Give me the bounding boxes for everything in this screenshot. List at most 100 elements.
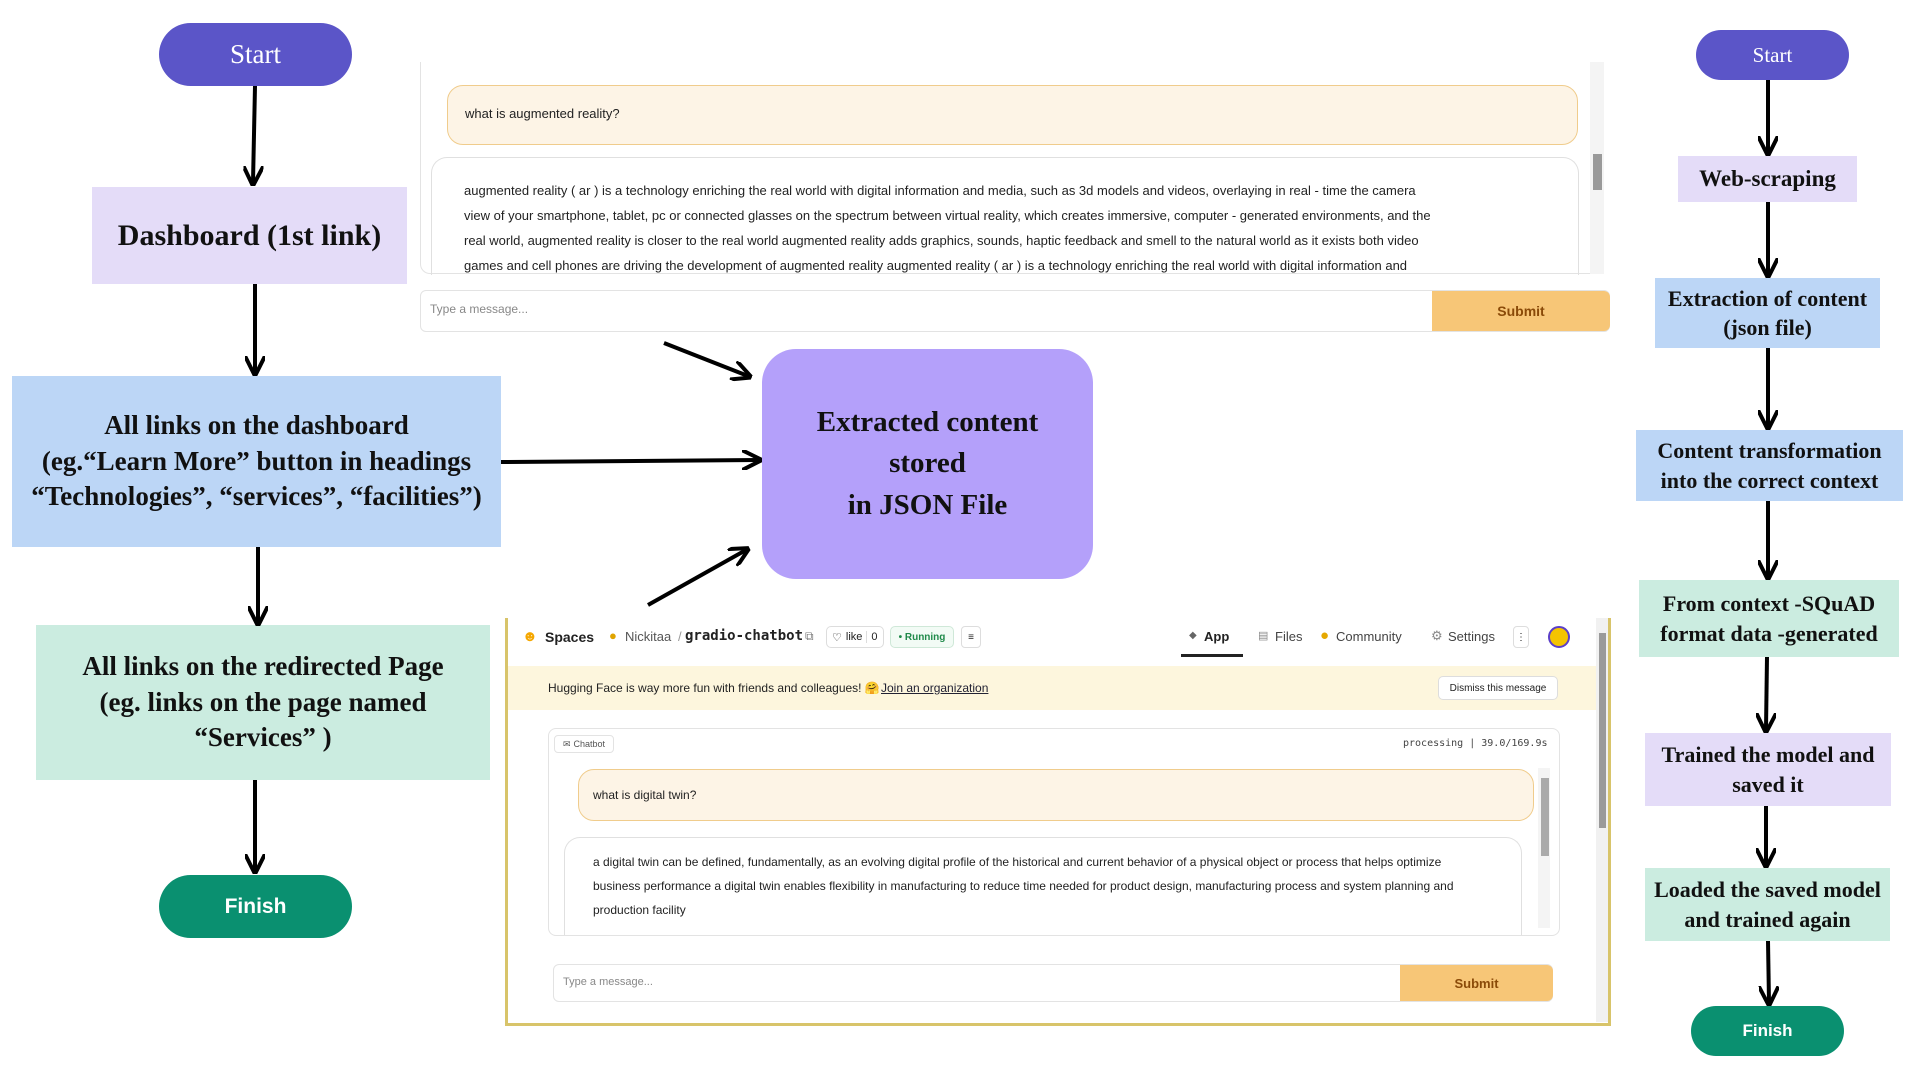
repo-separator: / xyxy=(678,629,682,644)
top-bot-line: augmented reality ( ar ) is a technology… xyxy=(464,183,1416,198)
top-scrollbar-thumb[interactable] xyxy=(1593,154,1602,190)
org-banner: Hugging Face is way more fun with friend… xyxy=(508,666,1600,710)
bottom-bot-line: production facility xyxy=(593,903,686,917)
top-submit-button[interactable]: Submit xyxy=(1432,291,1610,331)
status-label: Running xyxy=(904,631,946,643)
top-bot-line: view of your smartphone, tablet, pc or c… xyxy=(464,208,1431,223)
right-start-label: Start xyxy=(1752,42,1793,67)
bottom-submit-button[interactable]: Submit xyxy=(1400,965,1553,1001)
like-label: like xyxy=(845,631,863,643)
right-finish-label: Finish xyxy=(1742,1021,1793,1040)
bottom-input-placeholder: Type a message... xyxy=(563,976,653,988)
loaded-node: Loaded the saved model and trained again xyxy=(1645,868,1890,941)
json-storage-node: Extracted content stored in JSON File xyxy=(762,349,1093,579)
join-organization-link[interactable]: Join an organization xyxy=(881,681,988,695)
bottom-bot-message: a digital twin can be defined, fundament… xyxy=(564,837,1522,935)
bottom-submit-label: Submit xyxy=(1454,975,1499,991)
dismiss-button[interactable]: Dismiss this message xyxy=(1438,676,1558,700)
menu-icon[interactable]: ≡ xyxy=(961,626,981,648)
top-user-message-text: what is augmented reality? xyxy=(465,106,620,121)
copy-icon[interactable]: ⧉ xyxy=(805,629,814,644)
all-links-line-3: “Technologies”, “services”, “facilities”… xyxy=(31,481,482,512)
transformation-node: Content transformation into the correct … xyxy=(1636,430,1903,501)
arrow-squad-to-trained xyxy=(1766,656,1767,729)
like-count: 0 xyxy=(866,631,878,643)
loaded-line-1: Loaded the saved model xyxy=(1654,877,1881,903)
top-input-placeholder: Type a message... xyxy=(430,302,529,316)
json-storage-line-2: stored xyxy=(889,447,966,480)
bottom-bot-line: business performance a digital twin enab… xyxy=(593,879,1454,893)
chat-icon: ✉ xyxy=(562,738,571,749)
top-bot-line: games and cell phones are driving the de… xyxy=(464,258,1408,273)
spaces-link[interactable]: Spaces xyxy=(545,629,594,645)
json-storage-line-3: in JSON File xyxy=(847,488,1008,521)
community-icon: ● xyxy=(1320,627,1330,644)
arrow-all-links-to-json xyxy=(500,460,758,462)
chatbot-label: Chatbot xyxy=(573,739,606,749)
top-bot-message: augmented reality ( ar ) is a technology… xyxy=(431,157,1579,275)
redirected-line-2: (eg. links on the page named xyxy=(99,686,427,717)
tab-app-underline xyxy=(1181,654,1243,657)
bottom-chat-scrollbar-thumb[interactable] xyxy=(1541,778,1549,856)
tab-community[interactable]: Community xyxy=(1336,629,1402,644)
top-bot-line: real world, augmented reality is closer … xyxy=(464,233,1419,248)
redirected-node: All links on the redirected Page (eg. li… xyxy=(36,625,490,780)
dashboard-label: Dashboard (1st link) xyxy=(117,218,382,252)
profile-avatar[interactable] xyxy=(1548,626,1570,648)
trained-node: Trained the model and saved it xyxy=(1645,733,1891,806)
like-button[interactable]: ♡ like 0 xyxy=(826,626,884,648)
arrow-start-to-dashboard xyxy=(253,85,255,182)
app-tab-icon: ◆ xyxy=(1189,630,1197,641)
extraction-node: Extraction of content (json file) xyxy=(1655,278,1880,348)
chatbot-label-tag: ✉ Chatbot xyxy=(554,735,614,753)
left-start-node: Start xyxy=(159,23,352,86)
tab-app[interactable]: App xyxy=(1204,629,1229,644)
bottom-user-message-text: what is digital twin? xyxy=(593,788,697,802)
loaded-line-2: and trained again xyxy=(1684,906,1851,932)
arrow-top-chat-to-json xyxy=(663,341,748,376)
bottom-app-screenshot: ☻ Spaces ● Nickitaa / gradio-chatbot ⧉ ♡… xyxy=(505,618,1611,1026)
status-badge: • Running xyxy=(890,626,954,648)
files-icon: ▤ xyxy=(1258,630,1269,642)
top-submit-label: Submit xyxy=(1497,303,1545,319)
web-scraping-label: Web-scraping xyxy=(1699,165,1836,191)
processing-status: processing | 39.0/169.9s xyxy=(1403,738,1548,749)
trained-line-2: saved it xyxy=(1732,771,1804,797)
all-links-node: All links on the dashboard (eg.“Learn Mo… xyxy=(12,376,501,547)
all-links-line-2: (eg.“Learn More” button in headings xyxy=(41,445,472,476)
arrow-bottom-app-to-json xyxy=(647,550,746,607)
repo-name[interactable]: gradio-chatbot xyxy=(685,628,803,644)
right-finish-node: Finish xyxy=(1691,1006,1844,1056)
transformation-line-2: into the correct context xyxy=(1660,467,1879,493)
dashboard-node: Dashboard (1st link) xyxy=(92,187,407,284)
more-icon[interactable]: ⋮ xyxy=(1513,626,1529,648)
redirected-line-1: All links on the redirected Page xyxy=(82,651,444,682)
bottom-user-message: what is digital twin? xyxy=(578,769,1534,821)
transformation-line-1: Content transformation xyxy=(1657,438,1882,464)
json-storage-line-1: Extracted content xyxy=(816,406,1039,439)
trained-line-1: Trained the model and xyxy=(1661,742,1875,768)
right-start-node: Start xyxy=(1696,30,1849,80)
spaces-logo-icon: ☻ xyxy=(522,628,538,645)
extraction-line-2: (json file) xyxy=(1723,315,1812,340)
web-scraping-node: Web-scraping xyxy=(1678,156,1857,202)
extraction-line-1: Extraction of content xyxy=(1667,285,1868,311)
tab-files[interactable]: Files xyxy=(1275,629,1302,644)
top-user-message: what is augmented reality? xyxy=(447,85,1578,145)
left-start-label: Start xyxy=(230,39,281,69)
squad-line-2: format data -generated xyxy=(1660,620,1878,646)
squad-node: From context -SQuAD format data -generat… xyxy=(1639,580,1899,657)
hf-top-nav: ☻ Spaces ● Nickitaa / gradio-chatbot ⧉ ♡… xyxy=(508,618,1608,658)
heart-icon: ♡ xyxy=(832,631,842,644)
top-chat-screenshot: what is augmented reality? augmented rea… xyxy=(418,62,1615,340)
user-link[interactable]: Nickitaa xyxy=(625,629,671,644)
tab-settings[interactable]: Settings xyxy=(1448,629,1495,644)
arrow-loaded-to-finish xyxy=(1768,940,1769,1002)
page-scrollbar-thumb[interactable] xyxy=(1599,633,1606,828)
banner-text: Hugging Face is way more fun with friend… xyxy=(548,681,880,695)
left-finish-label: Finish xyxy=(224,894,287,918)
left-finish-node: Finish xyxy=(159,875,352,938)
user-avatar-icon: ● xyxy=(609,628,617,643)
redirected-line-3: “Services” ) xyxy=(194,722,332,753)
all-links-line-1: All links on the dashboard xyxy=(104,410,409,441)
